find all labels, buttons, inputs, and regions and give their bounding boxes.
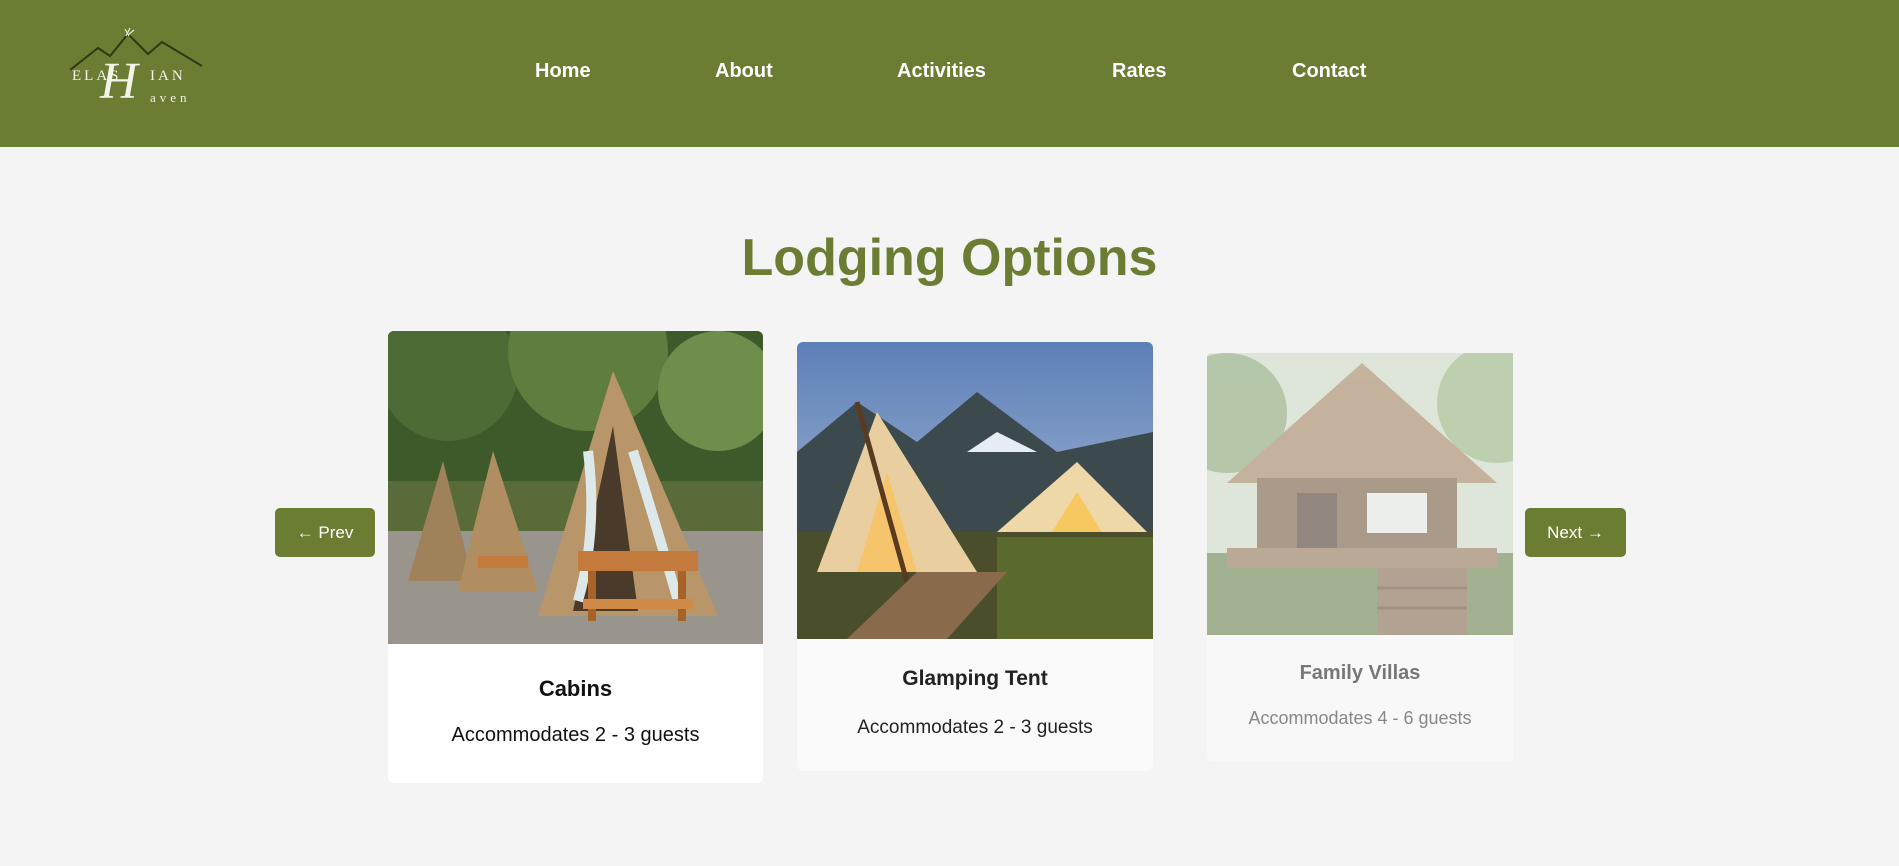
lodging-card-glamping-tent[interactable]: Glamping Tent Accommodates 2 - 3 guests [797, 342, 1153, 771]
glamping-tent-photo [797, 342, 1153, 639]
prev-button[interactable]: ← Prev [275, 508, 375, 557]
nav-about[interactable]: About [715, 60, 773, 83]
card-subtitle: Accommodates 4 - 6 guests [1248, 708, 1472, 728]
card-subtitle: Accommodates 2 - 3 guests [857, 717, 1093, 738]
section-title: Lodging Options [741, 229, 1158, 287]
card-subtitle: Accommodates 2 - 3 guests [451, 724, 700, 746]
nav-activities[interactable]: Activities [897, 60, 986, 83]
site-header: ELAS H IAN aven Home About Activities Ra… [0, 0, 1899, 147]
logo-script-letter: H [100, 53, 138, 110]
logo-text-right: IAN [150, 68, 186, 84]
site-logo[interactable]: ELAS H IAN aven [70, 26, 210, 112]
card-title: Family Villas [1299, 662, 1421, 684]
nav-contact[interactable]: Contact [1292, 60, 1366, 83]
next-button[interactable]: Next → [1525, 508, 1626, 557]
nav-rates[interactable]: Rates [1112, 60, 1166, 83]
nav-home[interactable]: Home [535, 60, 591, 83]
family-villas-photo [1207, 353, 1513, 635]
cabins-photo [388, 331, 763, 644]
lodging-card-cabins[interactable]: Cabins Accommodates 2 - 3 guests [388, 331, 763, 783]
card-title: Cabins [538, 676, 613, 701]
lodging-card-family-villas[interactable]: Family Villas Accommodates 4 - 6 guests [1207, 353, 1513, 761]
logo-text-bottom: aven [150, 90, 191, 105]
card-title: Glamping Tent [902, 667, 1048, 690]
